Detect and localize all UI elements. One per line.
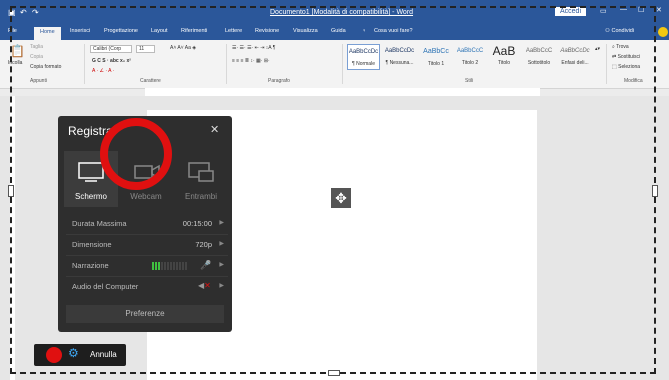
setting-max-duration[interactable]: Durata Massima 00:15:00 ▶ — [66, 214, 228, 235]
setting-value: 720p — [195, 240, 212, 249]
move-icon[interactable]: ✥ — [331, 188, 351, 208]
setting-label: Audio del Computer — [72, 282, 139, 291]
record-button[interactable] — [46, 347, 62, 363]
setting-label: Durata Massima — [72, 219, 127, 228]
resize-handle-left[interactable] — [8, 185, 14, 197]
smiley-icon[interactable] — [658, 27, 668, 37]
highlight-circle — [100, 118, 172, 190]
audio-level-meter — [152, 262, 187, 270]
setting-narration[interactable]: Narrazione 🎤 ▶ — [66, 256, 228, 277]
setting-label: Dimensione — [72, 240, 112, 249]
setting-value: 00:15:00 — [182, 219, 212, 228]
chevron-right-icon: ▶ — [219, 283, 224, 289]
speaker-muted-icon[interactable]: ◀✕ — [198, 281, 211, 290]
preferences-button[interactable]: Preferenze — [66, 305, 224, 323]
resize-handle-right[interactable] — [652, 185, 658, 197]
record-control-bar: ⚙ Annulla — [34, 344, 126, 366]
screen-webcam-icon — [188, 162, 214, 182]
microphone-icon[interactable]: 🎤 — [200, 260, 211, 271]
chevron-right-icon: ▶ — [219, 241, 224, 247]
mode-both-button[interactable]: Entrambi — [174, 151, 228, 207]
mode-label: Entrambi — [184, 192, 217, 201]
cancel-button[interactable]: Annulla — [90, 350, 117, 359]
gear-icon[interactable]: ⚙ — [68, 346, 79, 360]
resize-handle-bottom[interactable] — [328, 370, 340, 376]
setting-label: Narrazione — [72, 261, 109, 270]
mode-label: Schermo — [74, 192, 107, 201]
chevron-right-icon: ▶ — [219, 262, 224, 268]
close-icon[interactable]: ✕ — [656, 6, 662, 14]
setting-size[interactable]: Dimensione 720p ▶ — [66, 235, 228, 256]
close-icon[interactable]: ✕ — [210, 123, 219, 136]
mode-label: Webcam — [130, 192, 162, 201]
setting-computer-audio[interactable]: Audio del Computer ◀✕ ▶ — [66, 277, 228, 297]
chevron-right-icon: ▶ — [219, 220, 224, 226]
